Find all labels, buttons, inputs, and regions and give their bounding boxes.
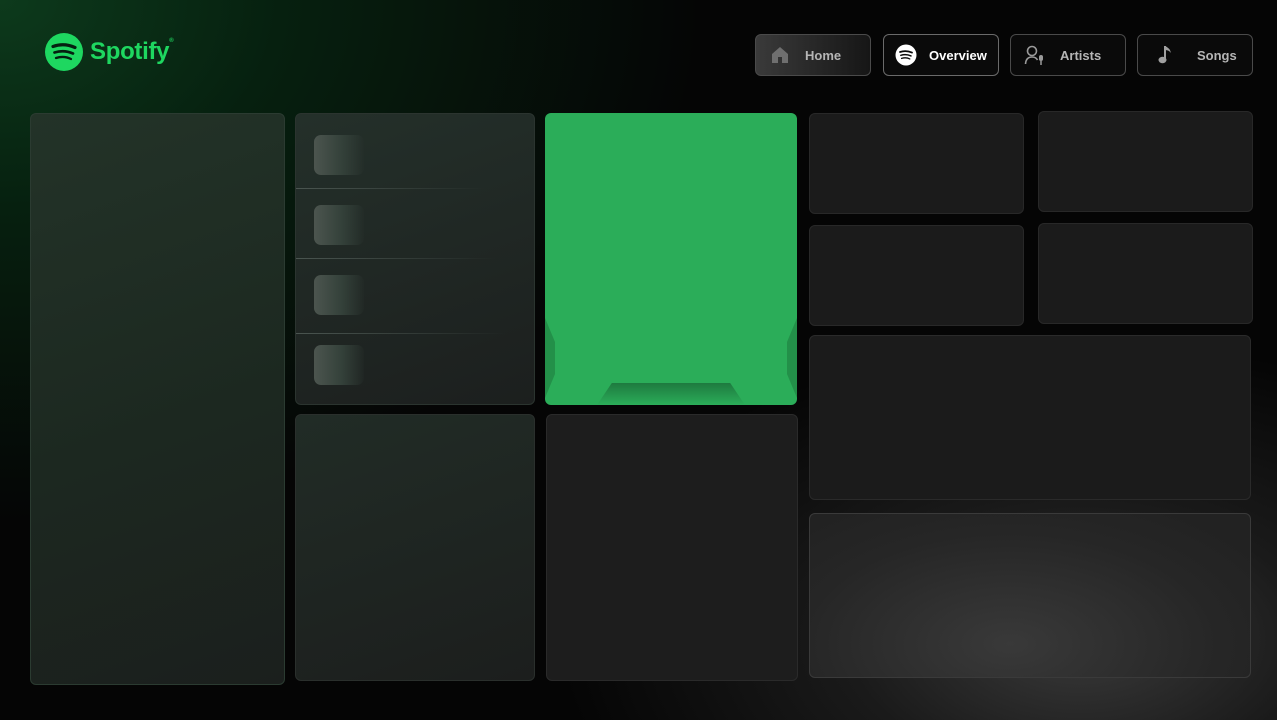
spotify-icon <box>895 44 917 66</box>
nav-overview-button[interactable]: Overview <box>883 34 999 76</box>
nav-artists-label: Artists <box>1060 47 1102 63</box>
artist-mic-icon <box>1024 44 1046 66</box>
list-divider <box>296 188 486 189</box>
featured-green-card[interactable] <box>545 113 797 405</box>
card-side-notch-left <box>545 318 555 398</box>
wide-panel <box>809 335 1251 500</box>
wide-panel-bottom <box>809 513 1251 678</box>
brand-name: Spotify® <box>90 38 174 65</box>
sidebar-panel <box>30 113 285 685</box>
nav-home-button[interactable]: Home <box>755 34 871 76</box>
list-divider <box>296 333 506 334</box>
list-item-thumbnail[interactable] <box>314 345 364 385</box>
stat-card <box>809 225 1024 326</box>
bottom-middle-panel <box>546 414 798 681</box>
list-item-thumbnail[interactable] <box>314 205 364 245</box>
spotify-logo[interactable]: Spotify® <box>44 32 174 72</box>
stat-card <box>1038 111 1253 212</box>
music-note-icon <box>1155 44 1177 66</box>
nav-songs-button[interactable]: Songs <box>1137 34 1253 76</box>
nav-home-label: Home <box>805 47 842 63</box>
spotify-icon <box>45 33 83 71</box>
nav-overview-label: Overview <box>929 47 987 63</box>
top-tracks-list-panel <box>295 113 535 405</box>
stat-card <box>809 113 1024 214</box>
bottom-left-panel <box>295 414 535 681</box>
card-bottom-tab <box>597 383 745 405</box>
nav-songs-label: Songs <box>1197 47 1237 63</box>
nav-artists-button[interactable]: Artists <box>1010 34 1126 76</box>
list-item-thumbnail[interactable] <box>314 135 364 175</box>
stat-card <box>1038 223 1253 324</box>
list-divider <box>296 258 496 259</box>
list-item-thumbnail[interactable] <box>314 275 364 315</box>
card-side-notch-right <box>787 318 797 398</box>
home-icon <box>769 44 791 66</box>
